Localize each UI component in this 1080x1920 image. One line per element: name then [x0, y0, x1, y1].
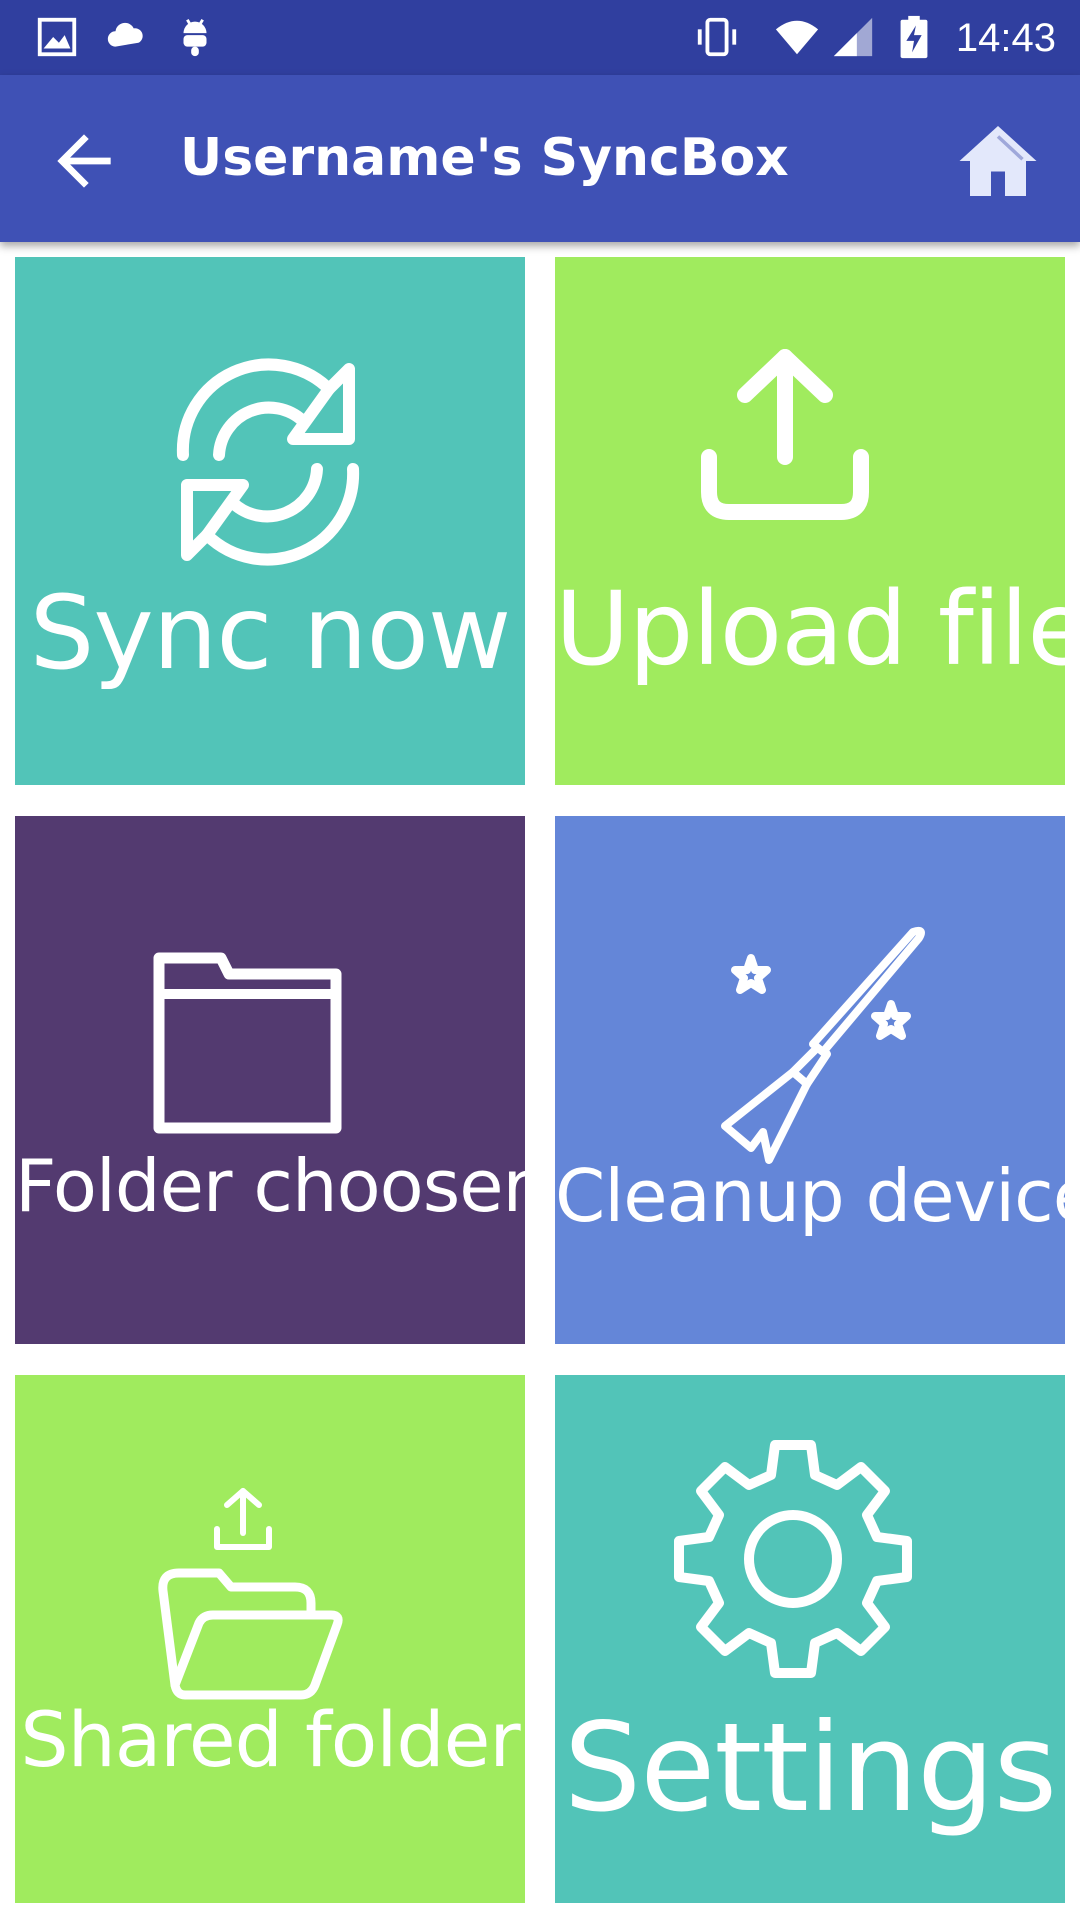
- arrow-back-icon[interactable]: [44, 121, 124, 201]
- clock: 14:43: [955, 16, 1056, 60]
- shared-folder-icon: [158, 1568, 343, 1700]
- tile-label: Sync now: [29, 574, 512, 693]
- upload-arrow-icon: [214, 1488, 272, 1550]
- upload-icon: [701, 349, 869, 520]
- image-icon: [37, 17, 77, 57]
- page-title: Username's SyncBox: [180, 128, 789, 188]
- cell-signal-icon: [833, 17, 873, 57]
- tile-cleanup-device[interactable]: Cleanup device: [555, 816, 1065, 1344]
- tile-folder-chooser[interactable]: Folder chooser: [15, 816, 525, 1344]
- folder-icon: [153, 952, 342, 1134]
- tile-shared-folder[interactable]: Shared folder: [15, 1375, 525, 1903]
- broom-icon: [721, 926, 925, 1164]
- home-icon[interactable]: [956, 119, 1040, 203]
- android-icon: [183, 19, 207, 57]
- battery-charging-icon: [900, 15, 928, 59]
- tile-label: Shared folder: [20, 1695, 520, 1784]
- tile-sync-now[interactable]: Sync now: [15, 257, 525, 785]
- tile-settings[interactable]: Settings: [555, 1375, 1065, 1903]
- cloud-icon: [107, 22, 143, 47]
- tile-upload-file[interactable]: Upload file: [555, 257, 1065, 785]
- vibrate-icon: [697, 17, 737, 57]
- tile-label: Upload file: [555, 570, 1065, 689]
- tile-label: Folder chooser: [15, 1144, 525, 1228]
- wifi-icon: [775, 20, 819, 55]
- status-bar: 14:43: [0, 0, 1080, 75]
- tile-label: Cleanup device: [555, 1154, 1065, 1238]
- gear-icon: [674, 1440, 912, 1678]
- tile-label: Settings: [563, 1697, 1057, 1839]
- app-bar: Username's SyncBox: [0, 75, 1080, 242]
- sync-icon: [176, 358, 360, 566]
